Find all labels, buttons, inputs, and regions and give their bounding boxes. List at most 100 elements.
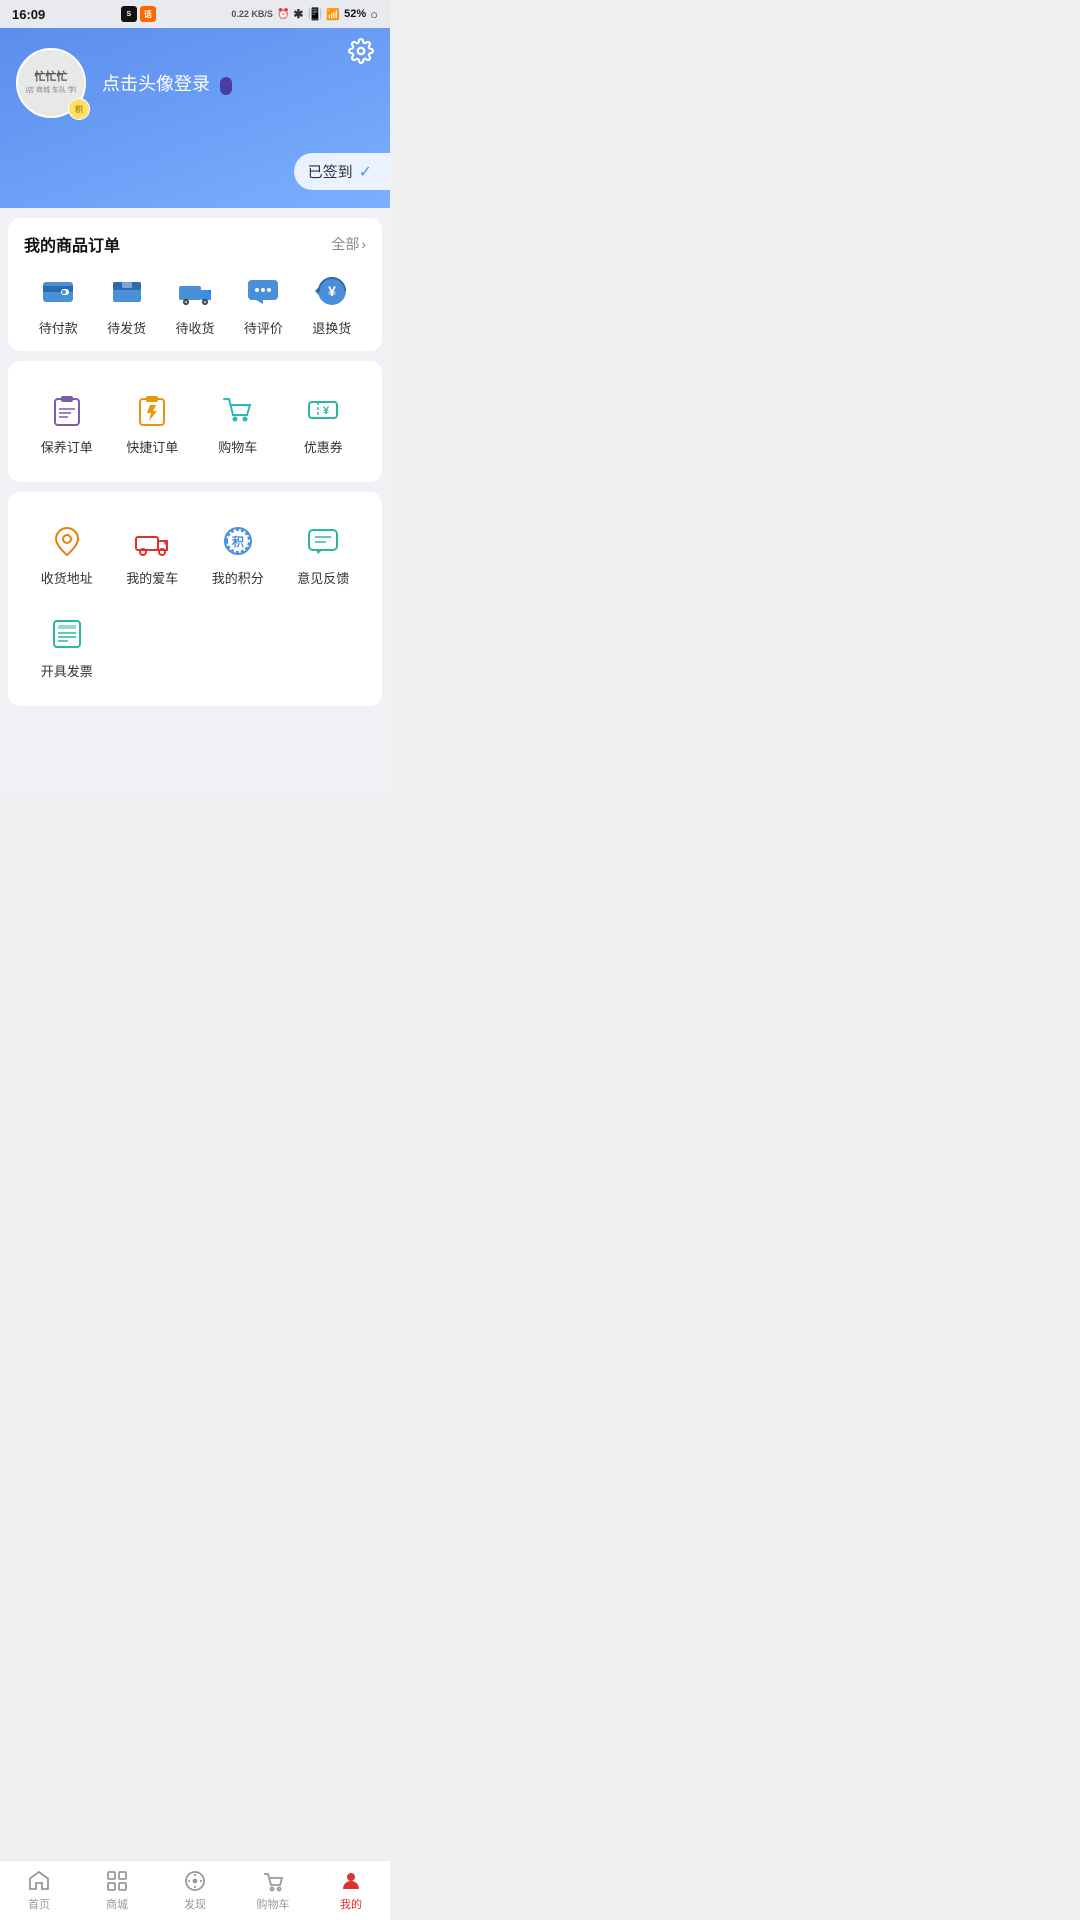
checkin-button[interactable]: 已签到 ✓	[294, 153, 390, 190]
vibrate-icon: 📳	[307, 7, 322, 21]
bottom-spacer	[0, 716, 390, 786]
gear-icon	[348, 38, 374, 64]
status-apps: S 话	[121, 6, 156, 22]
status-bar: 16:09 S 话 0.22 KB/S ⏰ ✱ 📳 📶 52% ○	[0, 0, 390, 28]
truck-icon	[176, 272, 214, 310]
service-quick-order[interactable]: 快捷订单	[110, 375, 196, 468]
checkin-check-icon: ✓	[359, 162, 372, 182]
profile-info: 点击头像登录	[102, 70, 374, 96]
order-label-return: 退换货	[312, 318, 351, 337]
status-dot	[220, 77, 232, 95]
nav-home-label: 首页	[28, 1896, 50, 1912]
order-icons-row: 待付款 待发货	[24, 272, 366, 337]
settings-button[interactable]	[348, 38, 374, 70]
services-card-1: 保养订单 快捷订单 购物车	[8, 361, 382, 482]
service-grid-3: 开具发票	[24, 599, 366, 692]
service-address[interactable]: 收货地址	[24, 506, 110, 599]
box-icon	[108, 272, 146, 310]
order-label-pending-review: 待评价	[244, 318, 283, 337]
checkin-label: 已签到	[308, 161, 353, 182]
service-label-cart: 购物车	[218, 437, 257, 456]
soul-app-icon: S	[121, 6, 137, 22]
order-item-pending-review[interactable]: 待评价	[244, 272, 283, 337]
service-points[interactable]: 积 我的积分	[195, 506, 281, 599]
orders-all-label: 全部	[331, 234, 359, 254]
services-card-2: 收货地址 我的爱车 积	[8, 492, 382, 706]
avatar-wrap[interactable]: 忙忙忙 门店 商城 车队 学院 积	[16, 48, 86, 118]
logo-svg: 忙忙忙 门店 商城 车队 学院	[26, 58, 76, 108]
svg-text:¥: ¥	[323, 405, 330, 417]
orders-title: 我的商品订单	[24, 232, 120, 256]
service-label-my-car: 我的爱车	[126, 568, 178, 587]
order-item-pending-receive[interactable]: 待收货	[175, 272, 214, 337]
wallet-icon	[39, 272, 77, 310]
service-grid-2: 收货地址 我的爱车 积	[24, 506, 366, 599]
order-item-pending-pay[interactable]: 待付款	[39, 272, 78, 337]
service-label-feedback: 意见反馈	[297, 568, 349, 587]
status-icons: 0.22 KB/S ⏰ ✱ 📳 📶 52% ○	[231, 7, 378, 22]
truck-red-icon	[133, 522, 171, 560]
nav-mall-label: 商城	[106, 1896, 128, 1912]
nav-home[interactable]: 首页	[0, 1861, 78, 1920]
order-label-pending-ship: 待发货	[107, 318, 146, 337]
order-item-return[interactable]: ¥ 退换货	[312, 272, 351, 337]
service-cart[interactable]: 购物车	[195, 375, 281, 468]
order-label-pending-receive: 待收货	[175, 318, 214, 337]
battery-text: 52%	[344, 8, 366, 20]
chevron-right-icon: ›	[361, 236, 366, 252]
service-my-car[interactable]: 我的爱车	[110, 506, 196, 599]
comment-icon	[244, 272, 282, 310]
service-feedback[interactable]: 意见反馈	[281, 506, 367, 599]
service-label-coupon: 优惠券	[304, 437, 343, 456]
points-badge: 积	[68, 98, 90, 120]
svg-text:¥: ¥	[328, 283, 336, 299]
service-label-points: 我的积分	[212, 568, 264, 587]
nav-discover-label: 发现	[184, 1896, 206, 1912]
status-time: 16:09	[12, 7, 45, 22]
service-label-maintenance: 保养订单	[41, 437, 93, 456]
network-speed: 0.22 KB/S	[231, 9, 273, 19]
orders-all-button[interactable]: 全部 ›	[331, 234, 366, 254]
login-prompt-text: 点击头像登录	[102, 74, 210, 94]
svg-text:积: 积	[232, 534, 244, 549]
service-coupon[interactable]: ¥ 优惠券	[281, 375, 367, 468]
nav-discover[interactable]: 发现	[156, 1861, 234, 1920]
location-orange-icon	[48, 522, 86, 560]
chat-app-icon: 话	[140, 6, 156, 22]
battery-circle-icon: ○	[370, 7, 378, 22]
mine-icon	[339, 1869, 363, 1893]
profile-row: 忙忙忙 门店 商城 车队 学院 积 点击头像登录	[16, 48, 374, 118]
clipboard-orange-icon	[133, 391, 171, 429]
service-label-quick-order: 快捷订单	[126, 437, 178, 456]
cart-nav-icon	[261, 1869, 285, 1893]
invoice-green-icon	[48, 615, 86, 653]
nav-mall[interactable]: 商城	[78, 1861, 156, 1920]
discover-icon	[183, 1869, 207, 1893]
main-content: 我的商品订单 全部 › 待付款	[0, 208, 390, 796]
service-label-address: 收货地址	[41, 568, 93, 587]
mall-icon	[105, 1869, 129, 1893]
clipboard-purple-icon	[48, 391, 86, 429]
orders-card: 我的商品订单 全部 › 待付款	[8, 218, 382, 351]
service-invoice[interactable]: 开具发票	[24, 599, 110, 692]
svg-text:忙忙忙: 忙忙忙	[35, 69, 68, 83]
nav-mine[interactable]: 我的	[312, 1861, 390, 1920]
points-icon: 积	[75, 104, 83, 115]
signal-icon: 📶	[326, 8, 340, 21]
nav-cart[interactable]: 购物车	[234, 1861, 312, 1920]
bluetooth-icon: ✱	[293, 7, 303, 21]
profile-header: 忙忙忙 门店 商城 车队 学院 积 点击头像登录 已签到 ✓	[0, 28, 390, 208]
bottom-nav: 首页 商城 发现 购物车	[0, 1860, 390, 1920]
message-green-icon	[304, 522, 342, 560]
cart-teal-icon	[219, 391, 257, 429]
nav-cart-label: 购物车	[257, 1896, 290, 1912]
order-item-pending-ship[interactable]: 待发货	[107, 272, 146, 337]
nav-mine-label: 我的	[340, 1896, 362, 1912]
refund-icon: ¥	[313, 272, 351, 310]
home-icon	[27, 1869, 51, 1893]
service-maintenance[interactable]: 保养订单	[24, 375, 110, 468]
alarm-icon: ⏰	[277, 9, 289, 20]
order-label-pending-pay: 待付款	[39, 318, 78, 337]
service-grid-1: 保养订单 快捷订单 购物车	[24, 375, 366, 468]
points-blue-icon: 积	[219, 522, 257, 560]
